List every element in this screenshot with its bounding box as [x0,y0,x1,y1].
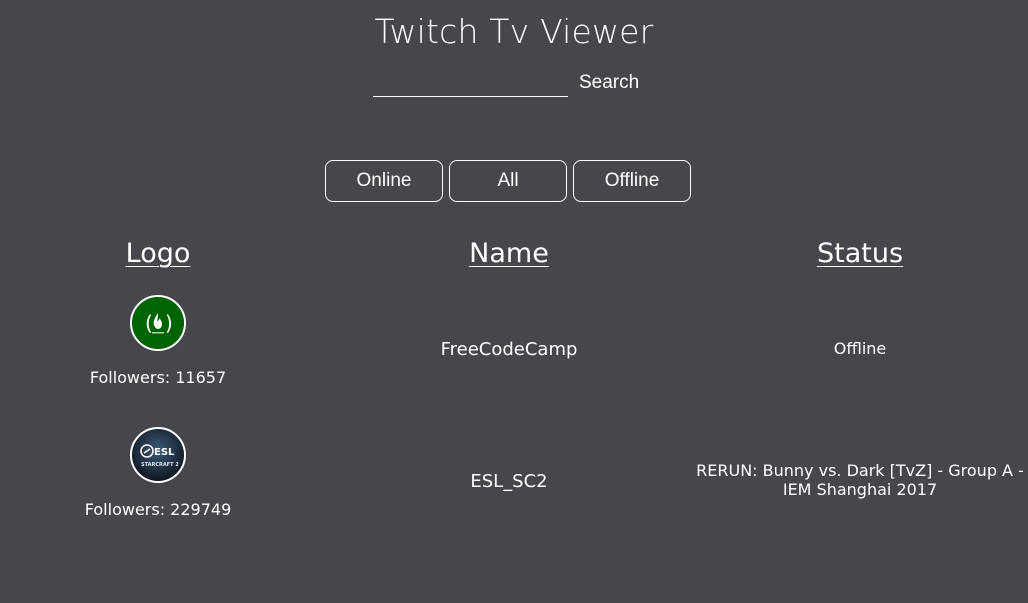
channel-status: RERUN: Bunny vs. Dark [TvZ] - Group A - … [696,461,1024,499]
filter-offline-button[interactable]: Offline [573,160,691,202]
followers-count: Followers: 229749 [84,500,232,519]
column-header-status: Status [816,238,904,269]
search-input[interactable] [373,72,568,97]
channel-name[interactable]: ESL_SC2 [359,471,659,492]
column-header-name: Name [469,238,549,269]
svg-text:ESL: ESL [154,447,175,458]
filter-all-button[interactable]: All [449,160,567,202]
page-title: Twitch Tv Viewer [374,12,654,51]
svg-text:(: ( [145,311,153,335]
esl-starcraft2-logo-icon[interactable]: ESL STARCRAFT 2 [130,427,186,483]
filter-buttons: Online All Offline [325,160,705,204]
twitch-viewer-page: Twitch Tv Viewer Search Online All Offli… [0,0,1028,603]
svg-text:): ) [165,311,173,335]
logo-cell: ( ) Followers: 11657 [8,292,308,422]
channel-name[interactable]: FreeCodeCamp [359,339,659,360]
freecodecamp-logo-icon[interactable]: ( ) [130,295,186,351]
logo-cell: ESL STARCRAFT 2 Followers: 229749 [8,424,308,554]
search-button[interactable]: Search [579,72,639,94]
table-row: ( ) Followers: 11657 FreeCodeCamp Offlin… [0,292,1028,422]
svg-text:STARCRAFT 2: STARCRAFT 2 [141,462,179,468]
followers-count: Followers: 11657 [89,368,227,387]
filter-online-button[interactable]: Online [325,160,443,202]
channel-status: Offline [833,339,887,358]
column-header-logo: Logo [125,238,191,269]
search-bar: Search [373,70,673,100]
table-row: ESL STARCRAFT 2 Followers: 229749 ESL_SC… [0,424,1028,554]
